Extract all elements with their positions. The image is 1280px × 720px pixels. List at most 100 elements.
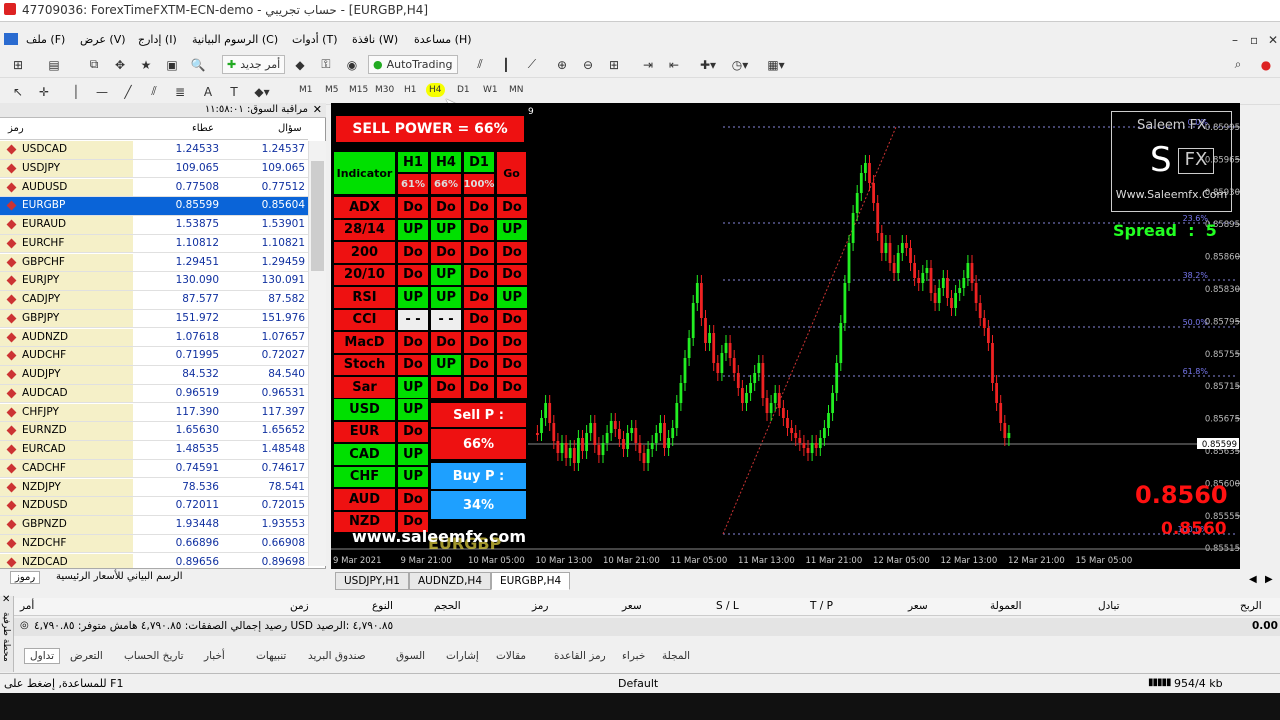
crosshair-icon[interactable]: ✛ (34, 82, 54, 101)
chart-tab-audnzd[interactable]: AUDNZD,H4 (409, 572, 491, 590)
favorites-icon[interactable]: ★ (136, 55, 156, 74)
market-watch-row[interactable]: AUDJPY 84.532 84.540 (0, 366, 308, 385)
close-icon[interactable]: ✕ (1268, 33, 1278, 47)
col-profit[interactable]: الربح (1240, 600, 1262, 612)
line-chart-icon[interactable]: ⟋ (522, 55, 542, 74)
tab-symbols[interactable]: رموز (10, 571, 41, 584)
col-swap[interactable]: تبادل (1098, 600, 1120, 612)
market-watch-icon[interactable]: ⧉ (84, 55, 104, 74)
chart-tab-usdjpy[interactable]: USDJPY,H1 (335, 572, 409, 590)
col-type[interactable]: النوع (372, 600, 393, 612)
autoscroll-icon[interactable]: ⇥ (638, 55, 658, 74)
restore-icon[interactable]: ▫ (1250, 33, 1258, 47)
new-order-button[interactable]: ✚ أمر جديد (222, 55, 286, 74)
col-time[interactable]: زمن (290, 600, 309, 612)
market-watch-row[interactable]: EURCAD 1.48535 1.48548 (0, 441, 308, 460)
tab-news[interactable]: أخبار (204, 650, 225, 662)
market-watch-row[interactable]: EURNZD 1.65630 1.65652 (0, 422, 308, 441)
menu-help[interactable]: مساعدة (H) (414, 33, 472, 46)
horizontal-line-icon[interactable]: — (92, 82, 112, 101)
market-watch-row[interactable]: USDJPY 109.065 109.065 (0, 159, 308, 179)
menu-file[interactable]: ملف (F) (26, 33, 65, 46)
tf-h1[interactable]: H1 (401, 83, 420, 97)
market-watch-row[interactable]: GBPNZD 1.93448 1.93553 (0, 516, 308, 535)
tf-m15[interactable]: M15 (346, 83, 371, 97)
tf-mn[interactable]: MN (506, 83, 527, 97)
tab-code-base[interactable]: رمز القاعدة (554, 650, 606, 662)
market-watch-row[interactable]: EURGBP 0.85599 0.85604 (0, 197, 308, 216)
tab-account-history[interactable]: تاريخ الحساب (124, 650, 184, 662)
indicators-icon[interactable]: ✚▾ (698, 55, 718, 74)
market-watch-row[interactable]: GBPCHF 1.29451 1.29459 (0, 253, 308, 273)
tab-journal[interactable]: المجلة (662, 650, 690, 662)
signals-icon[interactable]: ◉ (342, 55, 362, 74)
tab-mailbox[interactable]: صندوق البريد (308, 650, 366, 662)
channel-icon[interactable]: ⫽ (144, 82, 164, 101)
new-chart-icon[interactable]: ⊞ (8, 55, 28, 74)
fibonacci-icon[interactable]: ≣ (170, 82, 190, 101)
col-tp[interactable]: T / P (810, 600, 833, 612)
market-watch-row[interactable]: GBPJPY 151.972 151.976 (0, 309, 308, 329)
col-symbol[interactable]: رمز (532, 600, 549, 612)
tabs-right-arrow-icon[interactable]: ▶ (1265, 574, 1273, 585)
tab-market[interactable]: السوق (396, 650, 425, 662)
col-price2[interactable]: سعر (908, 600, 928, 612)
col-order[interactable]: أمر (20, 600, 34, 612)
trendline-icon[interactable]: ╱ (118, 82, 138, 101)
market-watch-row[interactable]: AUDCAD 0.96519 0.96531 (0, 384, 308, 404)
autotrading-button[interactable]: ● AutoTrading (368, 55, 458, 74)
tab-trade[interactable]: تداول (24, 648, 61, 664)
market-watch-row[interactable]: AUDNZD 1.07618 1.07657 (0, 328, 308, 348)
zoom-in-icon[interactable]: ⊕ (552, 55, 572, 74)
market-watch-row[interactable]: NZDJPY 78.536 78.541 (0, 478, 308, 498)
tabs-left-arrow-icon[interactable]: ◀ (1249, 574, 1257, 585)
tf-m5[interactable]: M5 (322, 83, 342, 97)
market-watch-close-icon[interactable]: ✕ (313, 103, 322, 116)
market-watch-row[interactable]: USDCAD 1.24533 1.24537 (0, 141, 308, 160)
tab-exposure[interactable]: التعرض (70, 650, 103, 662)
market-watch-row[interactable]: NZDCHF 0.66896 0.66908 (0, 534, 308, 554)
tab-tick-chart[interactable]: الرسم البياني للأسعار الرئيسية (56, 571, 182, 582)
market-watch-row[interactable]: EURCHF 1.10812 1.10821 (0, 234, 308, 254)
tab-alerts[interactable]: تنبيهات (256, 650, 286, 662)
menu-tools[interactable]: أدوات (T) (292, 33, 338, 46)
bar-chart-icon[interactable]: ⫽ (470, 55, 490, 74)
minimize-icon[interactable]: – (1232, 33, 1238, 47)
tile-windows-icon[interactable]: ⊞ (604, 55, 624, 74)
menu-charts[interactable]: الرسوم البيانية (C) (192, 33, 278, 46)
menu-view[interactable]: عرض (V) (80, 33, 126, 46)
periods-icon[interactable]: ◷▾ (730, 55, 750, 74)
market-watch-row[interactable]: EURJPY 130.090 130.091 (0, 272, 308, 291)
templates-icon[interactable]: ▦▾ (766, 55, 786, 74)
market-watch-scrollbar[interactable] (308, 141, 326, 566)
text-icon[interactable]: A (198, 82, 218, 101)
col-bid[interactable]: عطاء (192, 123, 214, 134)
market-watch-row[interactable]: CHFJPY 117.390 117.397 (0, 403, 308, 423)
zoom-out-icon[interactable]: ⊖ (578, 55, 598, 74)
col-symbol[interactable]: رمز (8, 123, 24, 134)
arrows-icon[interactable]: ◆▾ (252, 82, 272, 101)
col-price[interactable]: سعر (622, 600, 642, 612)
col-volume[interactable]: الحجم (434, 600, 461, 612)
lock-icon[interactable]: ⚿ (316, 55, 336, 74)
tf-m1[interactable]: M1 (296, 83, 316, 97)
navigator-icon[interactable]: ✥ (110, 55, 130, 74)
candlestick-icon[interactable]: ┃ (496, 55, 516, 74)
text-label-icon[interactable]: T (224, 82, 244, 101)
strategy-tester-icon[interactable]: 🔍 (188, 55, 208, 74)
market-watch-row[interactable]: AUDUSD 0.77508 0.77512 (0, 178, 308, 198)
tab-experts[interactable]: خبراء (622, 650, 645, 662)
chart-shift-icon[interactable]: ⇤ (664, 55, 684, 74)
col-sl[interactable]: S / L (716, 600, 739, 612)
market-watch-row[interactable]: NZDUSD 0.72011 0.72015 (0, 497, 308, 516)
chart-tab-eurgbp[interactable]: EURGBP,H4 (491, 572, 571, 590)
tab-articles[interactable]: مقالات (496, 650, 526, 662)
scroll-thumb[interactable] (311, 161, 324, 271)
market-watch-row[interactable]: CADCHF 0.74591 0.74617 (0, 459, 308, 479)
menu-window[interactable]: نافذة (W) (352, 33, 398, 46)
tf-m30[interactable]: M30 (372, 83, 397, 97)
market-watch-row[interactable]: AUDCHF 0.71995 0.72027 (0, 347, 308, 366)
search-icon[interactable]: ⌕ (1228, 55, 1248, 74)
vertical-line-icon[interactable]: │ (66, 82, 86, 101)
market-watch-row[interactable]: EURAUD 1.53875 1.53901 (0, 216, 308, 235)
